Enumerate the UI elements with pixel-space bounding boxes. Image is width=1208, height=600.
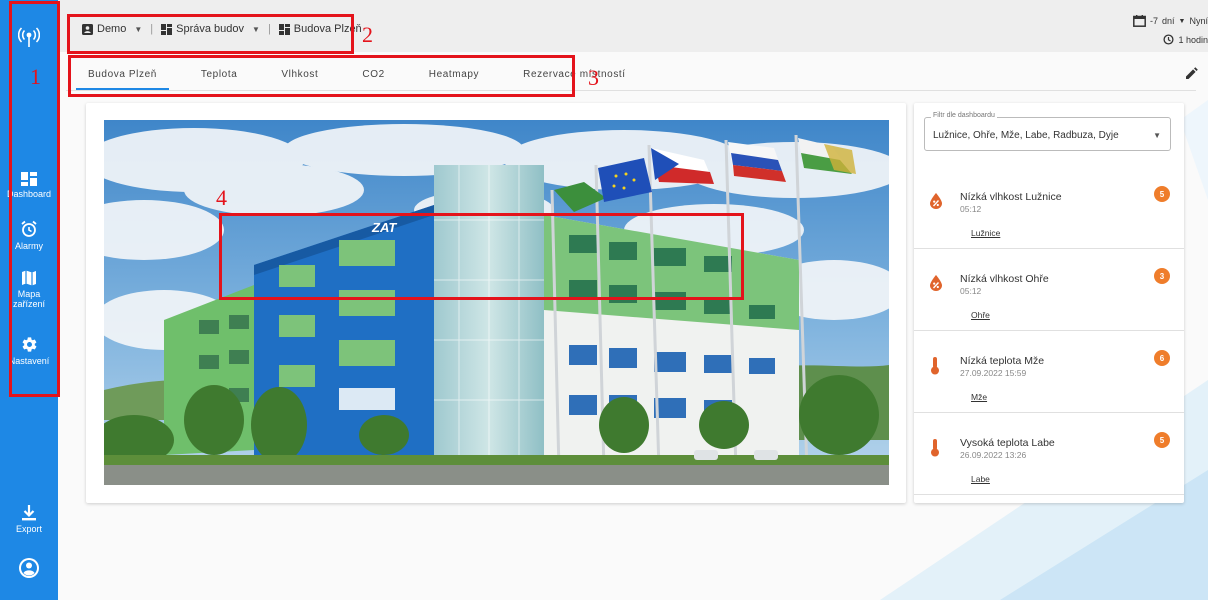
alarm-time: 05:12	[960, 286, 982, 296]
chevron-down-icon: ▼	[134, 24, 143, 34]
chevron-down-icon: ▼	[1178, 17, 1186, 25]
refresh-interval-value: 1 hodin	[1178, 34, 1208, 45]
gear-icon	[22, 337, 36, 352]
app-logo-icon[interactable]	[0, 22, 58, 52]
sidebar: Dashboard Alarmy Mapa zařízení Nastavení…	[0, 0, 58, 600]
thermometer-icon	[930, 357, 940, 380]
alarm-count-badge: 5	[1154, 186, 1170, 202]
dashboard-icon	[21, 172, 37, 186]
tab-rezervace-mistnosti[interactable]: Rezervace místností	[501, 56, 648, 92]
alarm-time: 05:12	[960, 204, 982, 214]
alarms-panel: Filtr dle dashboardu Lužnice, Ohře, Mže,…	[914, 103, 1184, 503]
download-icon	[22, 505, 36, 521]
alarm-title: Nízká vlhkost Lužnice	[960, 191, 1062, 203]
date-range-end: Nyní	[1189, 16, 1208, 26]
humidity-icon	[930, 275, 942, 296]
breadcrumb: Demo ▼ | Správa budov ▼ | Budova Plzeň	[82, 23, 362, 35]
account-box-icon	[82, 23, 93, 35]
building-photo-card: ZAT	[86, 103, 906, 503]
alarm-title: Nízká vlhkost Ohře	[960, 273, 1049, 285]
tab-co2[interactable]: CO2	[340, 56, 406, 92]
breadcrumb-item-building-management[interactable]: Správa budov ▼	[161, 23, 260, 35]
alarm-time: 26.09.2022 13:26	[960, 450, 1027, 460]
annotation-number: 4	[216, 185, 227, 210]
sidebar-item-settings[interactable]: Nastavení	[0, 336, 58, 366]
sidebar-item-dashboard[interactable]: Dashboard	[0, 172, 58, 199]
breadcrumb-item-demo[interactable]: Demo ▼	[82, 23, 142, 35]
alarm-title: Nízká teplota Mže	[960, 355, 1045, 367]
user-account-button[interactable]	[0, 557, 58, 579]
export-button[interactable]: Export	[0, 505, 58, 534]
breadcrumb-label: Budova Plzeň	[293, 23, 362, 35]
annotation-number: 3	[588, 65, 599, 90]
alarm-count-badge: 5	[1154, 432, 1170, 448]
breadcrumb-label: Demo	[97, 23, 127, 35]
alarm-list-item[interactable]: Vysoká teplota Labe 26.09.2022 13:26 Lab…	[914, 413, 1184, 495]
edit-pencil-icon[interactable]	[1186, 66, 1198, 84]
company-logo-text: ZAT	[371, 220, 397, 235]
alarm-time: 27.09.2022 15:59	[960, 368, 1027, 378]
top-bar: Demo ▼ | Správa budov ▼ | Budova Plzeň -…	[58, 0, 1208, 52]
dashboard-tabs: Budova Plzeň Teplota Vlhkost CO2 Heatmap…	[66, 56, 648, 92]
refresh-clock-icon	[1163, 34, 1175, 45]
sidebar-item-label: Dashboard	[6, 189, 52, 199]
breadcrumb-label: Správa budov	[176, 23, 245, 35]
alarm-list-item[interactable]: Nízká teplota Mže 27.09.2022 15:59 Mže 6	[914, 331, 1184, 413]
dashboard-filter-value: Lužnice, Ohře, Mže, Labe, Radbuza, Dyje	[933, 130, 1119, 141]
building-photo: ZAT	[104, 120, 889, 485]
building-grid-icon	[161, 23, 173, 35]
calendar-icon	[1133, 15, 1146, 27]
breadcrumb-separator: |	[150, 23, 154, 35]
tabs-divider	[66, 90, 1196, 91]
export-label: Export	[15, 524, 42, 534]
dashboard-filter-select[interactable]: Filtr dle dashboardu Lužnice, Ohře, Mže,…	[924, 112, 1171, 151]
alarm-clock-icon	[21, 220, 37, 237]
date-range-value: -7	[1150, 16, 1159, 26]
refresh-interval[interactable]: 1 hodin	[1163, 34, 1208, 45]
alarm-title: Vysoká teplota Labe	[960, 437, 1055, 449]
alarm-list-item[interactable]: Nízká vlhkost Ohře 05:12 Ohře 3	[914, 249, 1184, 331]
dashboard-filter-label: Filtr dle dashboardu	[931, 112, 997, 119]
chevron-down-icon: ▼	[252, 24, 260, 34]
chevron-down-icon: ▼	[1153, 131, 1161, 140]
alarm-device-link[interactable]: Mže	[971, 392, 987, 402]
date-range-picker[interactable]: -7 dní ▼ Nyní	[1133, 15, 1208, 27]
date-range-unit: dní	[1162, 16, 1175, 26]
tab-heatmapy[interactable]: Heatmapy	[407, 56, 501, 92]
breadcrumb-separator: |	[267, 23, 271, 35]
annotation-number: 2	[362, 22, 373, 47]
sidebar-item-label: Nastavení	[8, 356, 50, 366]
alarm-device-link[interactable]: Ohře	[971, 310, 990, 320]
tab-teplota[interactable]: Teplota	[179, 56, 259, 92]
sidebar-item-device-map[interactable]: Mapa zařízení	[0, 270, 58, 309]
alarm-device-link[interactable]: Lužnice	[971, 228, 1000, 238]
annotation-number: 1	[30, 64, 41, 89]
humidity-icon	[930, 193, 942, 214]
alarm-device-link[interactable]: Labe	[971, 474, 990, 484]
building-grid-icon	[278, 23, 290, 35]
alarm-list-item[interactable]: Nízká vlhkost Lužnice 05:12 Lužnice 5	[914, 167, 1184, 249]
sidebar-item-label: Alarmy	[14, 241, 43, 251]
breadcrumb-item-building-plzen[interactable]: Budova Plzeň	[278, 23, 362, 35]
sidebar-item-label: Mapa zařízení	[12, 289, 45, 309]
sidebar-item-alarms[interactable]: Alarmy	[0, 220, 58, 251]
alarm-count-badge: 6	[1154, 350, 1170, 366]
map-icon	[22, 270, 36, 286]
tab-vlhkost[interactable]: Vlhkost	[259, 56, 340, 92]
thermometer-icon	[930, 439, 940, 462]
account-circle-icon	[19, 558, 39, 578]
alarm-count-badge: 3	[1154, 268, 1170, 284]
tab-budova-plzen[interactable]: Budova Plzeň	[66, 56, 179, 92]
